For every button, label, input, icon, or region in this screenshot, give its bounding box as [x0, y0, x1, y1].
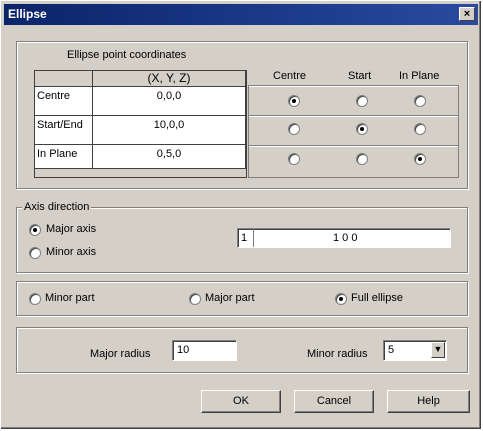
radio-row-centre [249, 86, 458, 116]
row-label: In Plane [37, 148, 78, 160]
ok-button[interactable]: OK [201, 390, 281, 413]
close-icon: × [463, 8, 471, 20]
major-part-label[interactable]: Major part [205, 292, 255, 304]
cancel-button-label: Cancel [316, 395, 352, 407]
row-label: Centre [37, 90, 71, 102]
close-button[interactable]: × [459, 7, 475, 21]
axis-vector-index: 1 [241, 232, 248, 244]
radio-row-start-end [249, 116, 458, 146]
minor-radius-value: 5 [388, 344, 395, 356]
major-radius-input[interactable]: 10 [172, 340, 237, 361]
column-header-label: (X, Y, Z) [147, 71, 191, 85]
in-plane-start-radio[interactable] [356, 153, 368, 165]
radio-header-start: Start [348, 70, 372, 82]
axis-group-label: Axis direction [22, 201, 92, 213]
row-label-in-plane: In Plane [35, 145, 93, 169]
row-label-start-end: Start/End [35, 116, 93, 145]
minor-axis-label[interactable]: Minor axis [46, 246, 96, 258]
minor-radius-label: Minor radius [307, 348, 368, 360]
radio-matrix [248, 85, 459, 178]
full-ellipse-label[interactable]: Full ellipse [351, 292, 403, 304]
radio-header-centre: Centre [273, 70, 307, 82]
in-plane-value-cell[interactable]: 0,5,0 [93, 145, 246, 169]
help-button-label: Help [417, 395, 440, 407]
start-end-in-plane-radio[interactable] [414, 123, 426, 135]
minor-radius-input[interactable]: 5 ▼ [383, 340, 447, 361]
cancel-button[interactable]: Cancel [294, 390, 374, 413]
start-end-value-cell[interactable]: 10,0,0 [93, 116, 246, 145]
centre-centre-radio[interactable] [288, 95, 300, 107]
major-axis-label[interactable]: Major axis [46, 223, 96, 235]
ellipse-dialog: Ellipse × Ellipse point coordinates (X, … [0, 0, 482, 430]
minor-part-radio[interactable] [29, 293, 41, 305]
minor-radius-dropdown-button[interactable]: ▼ [431, 342, 445, 358]
axis-vector-value: 1 0 0 [333, 232, 358, 244]
cell-value: 0,0,0 [156, 90, 182, 102]
centre-value-cell[interactable]: 0,0,0 [93, 87, 246, 116]
minor-axis-radio[interactable] [29, 247, 41, 259]
axis-vector-divider [253, 229, 254, 247]
column-header: (X, Y, Z) [93, 71, 246, 87]
start-end-start-radio[interactable] [356, 123, 368, 135]
row-label: Start/End [37, 119, 83, 131]
major-radius-label: Major radius [90, 348, 151, 360]
axis-vector-field[interactable]: 1 1 0 0 [237, 228, 451, 248]
centre-start-radio[interactable] [356, 95, 368, 107]
window-title: Ellipse [8, 7, 47, 21]
cell-value: 10,0,0 [153, 119, 185, 131]
major-radius-value: 10 [177, 344, 190, 356]
minor-part-label[interactable]: Minor part [45, 292, 95, 304]
coordinates-table: (X, Y, Z) Centre 0,0,0 Start/End 10,0,0 … [34, 70, 247, 178]
major-axis-radio[interactable] [29, 224, 41, 236]
ok-button-label: OK [233, 395, 249, 407]
dropdown-arrow-icon: ▼ [433, 344, 443, 354]
points-group-label: Ellipse point coordinates [67, 49, 187, 61]
title-bar[interactable]: Ellipse × [4, 4, 478, 25]
cell-value: 0,5,0 [156, 148, 182, 160]
table-corner [35, 71, 93, 87]
help-button[interactable]: Help [387, 390, 470, 413]
row-label-centre: Centre [35, 87, 93, 116]
full-ellipse-radio[interactable] [335, 293, 347, 305]
in-plane-in-plane-radio[interactable] [414, 153, 426, 165]
start-end-centre-radio[interactable] [288, 123, 300, 135]
radio-row-in-plane [249, 146, 458, 176]
major-part-radio[interactable] [189, 293, 201, 305]
centre-in-plane-radio[interactable] [414, 95, 426, 107]
in-plane-centre-radio[interactable] [288, 153, 300, 165]
radio-header-in-plane: In Plane [399, 70, 440, 82]
